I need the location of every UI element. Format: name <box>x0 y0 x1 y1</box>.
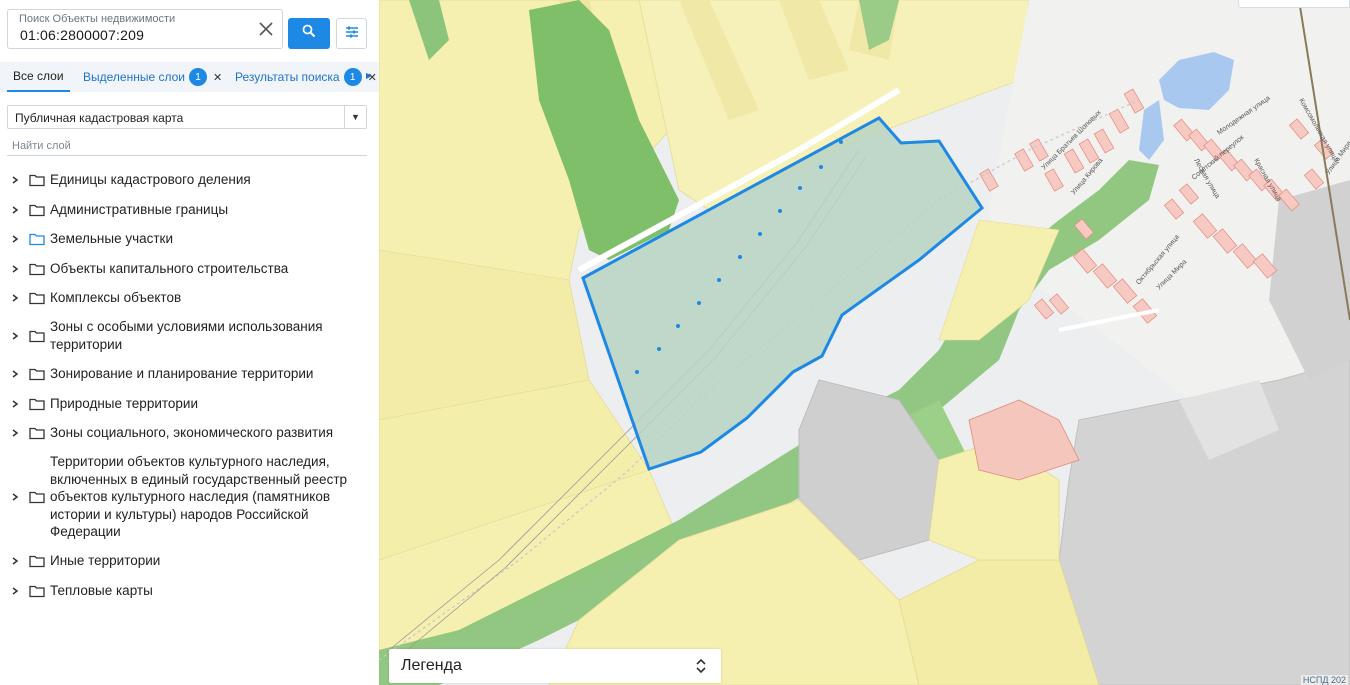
chevron-right-icon[interactable] <box>10 331 20 341</box>
search-button[interactable] <box>288 18 330 49</box>
map-attribution: НСПД 202 <box>1300 675 1348 685</box>
filter-button[interactable] <box>336 18 367 49</box>
folder-icon <box>29 174 45 187</box>
layer-item-label: Земельные участки <box>50 231 174 246</box>
map-type-select[interactable]: Публичная кадастровая карта ▼ <box>7 105 367 129</box>
map-view[interactable]: Улица Кирова Молодежная улица Советский … <box>379 0 1350 685</box>
folder-icon <box>29 555 45 568</box>
layer-item[interactable]: Зоны социального, экономического развити… <box>0 424 379 442</box>
layer-item-label: Природные территории <box>50 396 198 411</box>
tabs-scroll-right-icon[interactable]: ▶ <box>366 71 372 80</box>
layer-item[interactable]: Комплексы объектов <box>0 289 379 307</box>
layer-item-label: Зонирование и планирование территории <box>50 366 314 381</box>
search-input[interactable] <box>20 27 250 43</box>
chevron-right-icon[interactable] <box>10 369 20 379</box>
layer-item-label: Зоны с особыми условиями использования т… <box>50 319 323 352</box>
layer-item[interactable]: Территории объектов культурного наследия… <box>0 453 379 541</box>
folder-icon <box>29 368 45 381</box>
layer-item-label: Объекты капитального строительства <box>50 261 289 276</box>
expand-toggle-icon[interactable] <box>695 657 707 675</box>
layer-item-label: Единицы кадастрового деления <box>50 172 251 187</box>
chevron-right-icon[interactable] <box>10 293 20 303</box>
folder-icon <box>29 427 45 440</box>
layer-item[interactable]: Административные границы <box>0 201 379 219</box>
chevron-right-icon[interactable] <box>10 234 20 244</box>
tab-results-count-badge: 1 <box>343 68 362 86</box>
search-icon <box>302 24 316 43</box>
map-type-value: Публичная кадастровая карта <box>15 111 184 125</box>
chevron-right-icon[interactable] <box>10 586 20 596</box>
folder-icon <box>29 330 45 343</box>
layer-item[interactable]: Земельные участки <box>0 230 379 248</box>
layer-item[interactable]: Единицы кадастрового деления <box>0 171 379 189</box>
tab-all-layers[interactable]: Все слои <box>7 62 70 92</box>
map-canvas: Улица Кирова Молодежная улица Советский … <box>379 0 1350 685</box>
chevron-right-icon[interactable] <box>10 428 20 438</box>
chevron-right-icon[interactable] <box>10 556 20 566</box>
tab-all-label: Все слои <box>13 69 64 83</box>
search-field[interactable]: Поиск Объекты недвижимости <box>7 9 283 49</box>
chevron-right-icon[interactable] <box>10 492 20 502</box>
tab-results-label: Результаты поиска <box>235 70 340 84</box>
layer-item-label: Административные границы <box>50 202 229 217</box>
legend-panel[interactable]: Легенда <box>389 649 721 683</box>
layers-sidebar: Поиск Объекты недвижимости Все слои Выде… <box>0 0 379 685</box>
layer-item[interactable]: Зоны с особыми условиями использования т… <box>0 318 379 354</box>
search-label: Поиск Объекты недвижимости <box>19 13 176 25</box>
chevron-right-icon[interactable] <box>10 264 20 274</box>
layer-item[interactable]: Иные территории <box>0 552 379 570</box>
folder-icon <box>29 585 45 598</box>
layer-item-label: Иные территории <box>50 553 161 568</box>
layer-tabs: Все слои Выделенные слои 1 ✕ Результаты … <box>0 62 379 92</box>
folder-icon <box>29 292 45 305</box>
close-icon[interactable]: ✕ <box>213 71 222 84</box>
layer-item[interactable]: Тепловые карты <box>0 582 379 600</box>
layer-item-label: Территории объектов культурного наследия… <box>50 454 348 539</box>
tab-selected-count-badge: 1 <box>188 68 207 86</box>
layer-search-input[interactable] <box>7 137 367 156</box>
layer-item-label: Тепловые карты <box>50 583 153 598</box>
tab-selected-label: Выделенные слои <box>83 70 185 84</box>
layer-item[interactable]: Объекты капитального строительства <box>0 260 379 278</box>
folder-icon <box>29 233 45 246</box>
clear-icon[interactable] <box>256 19 276 39</box>
map-control-panel[interactable] <box>1238 0 1350 8</box>
chevron-right-icon[interactable] <box>10 205 20 215</box>
chevron-right-icon[interactable] <box>10 399 20 409</box>
layer-item-label: Комплексы объектов <box>50 290 182 305</box>
tab-selected-layers[interactable]: Выделенные слои 1 ✕ <box>83 62 222 92</box>
caret-down-icon: ▼ <box>344 106 366 128</box>
layer-item[interactable]: Природные территории <box>0 395 379 413</box>
folder-icon <box>29 491 45 504</box>
chevron-right-icon[interactable] <box>10 175 20 185</box>
layer-item[interactable]: Зонирование и планирование территории <box>0 365 379 383</box>
filter-sliders-icon <box>345 25 359 43</box>
folder-icon <box>29 398 45 411</box>
tab-search-results[interactable]: Результаты поиска 1 ✕ <box>235 62 377 92</box>
folder-icon <box>29 204 45 217</box>
folder-icon <box>29 263 45 276</box>
legend-title: Легенда <box>401 657 462 674</box>
layer-item-label: Зоны социального, экономического развити… <box>50 425 334 440</box>
